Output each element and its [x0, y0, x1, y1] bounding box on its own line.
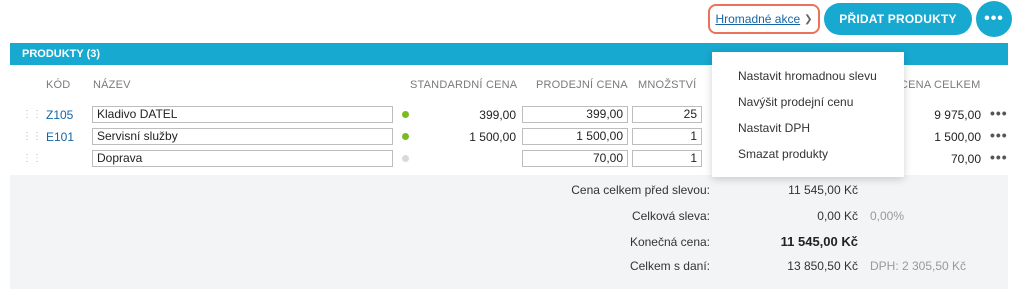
vat-note: DPH: 2 305,50 Kč [870, 259, 967, 273]
final-price-label: Konečná cena: [629, 235, 710, 249]
row-more-icon[interactable]: ••• [990, 105, 1008, 121]
sale-price-input[interactable]: 70,00 [522, 150, 628, 167]
sale-price-input[interactable]: 1 500,00 [522, 128, 628, 145]
summary-section: Cena celkem před slevou: 11 545,00 Kč Ce… [10, 175, 1008, 289]
status-dot [402, 155, 409, 162]
discount-label: Celková sleva: [631, 209, 710, 223]
quantity-input[interactable]: 1 [632, 128, 702, 145]
drag-handle-icon[interactable]: ⋮⋮ [22, 131, 42, 143]
row-total: 1 500,00 [934, 130, 981, 144]
row-total: 70,00 [950, 152, 981, 166]
menu-item-delete-products[interactable]: Smazat produkty [738, 147, 828, 161]
before-discount-value: 11 545,00 Kč [788, 183, 858, 197]
product-name-input[interactable]: Doprava [92, 150, 393, 167]
bulk-actions-menu: Nastavit hromadnou slevu Navýšit prodejn… [712, 52, 904, 177]
drag-handle-icon[interactable]: ⋮⋮ [22, 109, 42, 121]
product-code-link[interactable]: E101 [46, 130, 74, 144]
bulk-actions-label[interactable]: Hromadné akce [715, 12, 800, 26]
row-total: 9 975,00 [934, 108, 981, 122]
quantity-input[interactable]: 25 [632, 106, 702, 123]
bulk-actions-dropdown[interactable]: Hromadné akce ❯ [708, 4, 820, 34]
add-products-button[interactable]: PŘIDAT PRODUKTY [824, 3, 972, 35]
sale-price-input[interactable]: 399,00 [522, 106, 628, 123]
product-name-input[interactable]: Servisní služby [92, 128, 393, 145]
column-header-sale-price: PRODEJNÍ CENA [536, 79, 628, 91]
status-dot [402, 111, 409, 118]
row-more-icon[interactable]: ••• [990, 149, 1008, 165]
column-header-quantity: MNOŽSTVÍ [638, 79, 697, 91]
top-toolbar: Hromadné akce ❯ PŘIDAT PRODUKTY ••• [0, 0, 1018, 40]
product-code-link[interactable]: Z105 [46, 108, 73, 122]
status-dot [402, 133, 409, 140]
row-more-icon[interactable]: ••• [990, 127, 1008, 143]
more-options-icon[interactable]: ••• [976, 1, 1012, 37]
column-header-code: KÓD [46, 79, 71, 91]
standard-price: 399,00 [479, 108, 516, 122]
standard-price: 1 500,00 [469, 130, 516, 144]
menu-item-set-vat[interactable]: Nastavit DPH [738, 121, 810, 135]
column-header-name: NÁZEV [93, 79, 131, 91]
with-vat-label: Celkem s daní: [629, 259, 710, 273]
column-header-total: CENA CELKEM [900, 79, 981, 91]
discount-percent: 0,00% [870, 209, 905, 223]
column-header-standard-price: STANDARDNÍ CENA [410, 79, 518, 91]
with-vat-value: 13 850,50 Kč [787, 259, 858, 273]
quantity-input[interactable]: 1 [632, 150, 702, 167]
final-price-value: 11 545,00 Kč [780, 234, 858, 249]
before-discount-label: Cena celkem před slevou: [571, 183, 710, 197]
drag-handle-icon[interactable]: ⋮⋮ [22, 153, 42, 165]
product-name-input[interactable]: Kladivo DATEL [92, 106, 393, 123]
menu-item-increase-price[interactable]: Navýšit prodejní cenu [738, 95, 853, 109]
chevron-down-icon[interactable]: ❯ [804, 14, 812, 25]
discount-value: 0,00 Kč [817, 209, 858, 223]
menu-item-set-bulk-discount[interactable]: Nastavit hromadnou slevu [738, 69, 877, 83]
